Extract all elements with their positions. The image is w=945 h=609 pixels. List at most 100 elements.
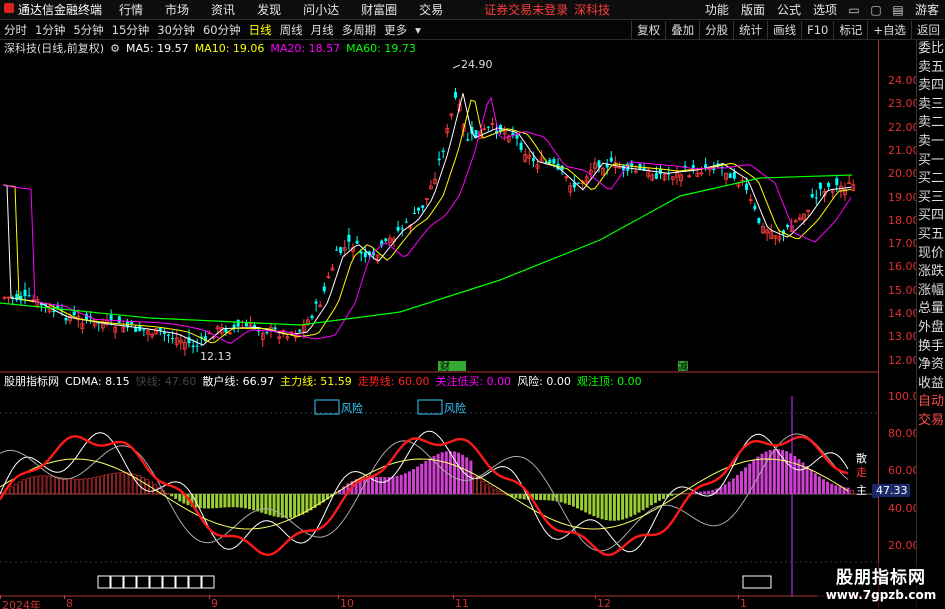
candle-body [454, 92, 457, 98]
buy-signal-box [149, 575, 163, 589]
period-30min[interactable]: 30分钟 [153, 22, 199, 38]
histogram-bar [38, 475, 43, 495]
menu-item-discover[interactable]: 发现 [246, 1, 292, 18]
help-icon[interactable]: ▤ [887, 3, 909, 17]
guest-label[interactable]: 游客 [909, 1, 945, 18]
candle-body [712, 168, 716, 171]
menu-item-options[interactable]: 选项 [807, 1, 843, 18]
histogram-bar [793, 455, 797, 494]
menu-item-wealth[interactable]: 财富圈 [350, 1, 408, 18]
mark-button[interactable]: 标记 [833, 21, 867, 39]
histogram-bar [120, 472, 125, 495]
menu-item-news[interactable]: 资讯 [200, 1, 246, 18]
histogram-bar [63, 477, 67, 495]
histogram-bar [9, 486, 14, 495]
histogram-bar [407, 471, 411, 494]
side-panel-item[interactable]: 委比 [917, 40, 945, 59]
histogram-bar [723, 484, 727, 494]
side-panel-item[interactable]: 总量 [917, 300, 945, 319]
histogram-bar [563, 494, 567, 504]
period-60min[interactable]: 60分钟 [199, 22, 245, 38]
histogram-bar [641, 494, 645, 511]
side-panel-item[interactable]: 外盘 [917, 319, 945, 338]
restore-icon[interactable]: ▢ [865, 3, 887, 17]
menu-item-market[interactable]: 市场 [154, 1, 200, 18]
candle-body [23, 289, 27, 297]
period-5min[interactable]: 5分钟 [69, 22, 107, 38]
back-button[interactable]: 返回 [911, 21, 945, 39]
histogram-bar [440, 452, 444, 494]
add-watchlist-button[interactable]: +自选 [867, 21, 911, 39]
menu-item-function[interactable]: 功能 [699, 1, 735, 18]
menu-item-layout[interactable]: 版面 [735, 1, 771, 18]
overlay-button[interactable]: 叠加 [665, 21, 699, 39]
side-panel-item[interactable]: 卖四 [917, 77, 945, 96]
period-monthly[interactable]: 月线 [307, 22, 338, 38]
period-more[interactable]: 更多 [380, 22, 411, 38]
stats-button[interactable]: 统计 [733, 21, 767, 39]
ma20-line [2, 96, 852, 344]
side-panel-item[interactable]: 买五 [917, 226, 945, 245]
side-panel-item[interactable]: 买二 [917, 170, 945, 189]
side-panel-item[interactable]: 卖五 [917, 59, 945, 78]
side-panel-item[interactable]: 净资 [917, 356, 945, 375]
candle-body [577, 182, 580, 184]
side-panel-item[interactable]: 买四 [917, 207, 945, 226]
side-panel-item[interactable]: 交易 [917, 412, 945, 431]
candle-body [265, 331, 269, 334]
ma10-label: MA10: 19.06 [194, 41, 265, 55]
kline-chart[interactable]: 24.90 12.13 财 减 风险 风险散走主 [0, 55, 878, 609]
side-panel-item[interactable]: 卖二 [917, 114, 945, 133]
period-1min[interactable]: 1分钟 [31, 22, 69, 38]
menu-item-quotes[interactable]: 行情 [108, 1, 154, 18]
login-warning[interactable]: 证券交易未登录 [484, 1, 568, 18]
histogram-bar [707, 490, 711, 494]
split-button[interactable]: 分股 [699, 21, 733, 39]
histogram-bar [375, 476, 379, 494]
ma20-label: MA20: 18.57 [270, 41, 341, 55]
period-15min[interactable]: 15分钟 [108, 22, 154, 38]
candle-body [515, 135, 519, 139]
menu-item-formula[interactable]: 公式 [771, 1, 807, 18]
menu-item-ask[interactable]: 问小达 [292, 1, 350, 18]
indicator-tick-label: 20.00 [888, 538, 920, 552]
exit-line [0, 435, 849, 557]
side-panel-item[interactable]: 现价 [917, 245, 945, 264]
side-panel-item[interactable]: 涨跌 [917, 263, 945, 282]
period-weekly[interactable]: 周线 [276, 22, 307, 38]
candle-body [396, 227, 400, 231]
histogram-bar [272, 494, 276, 517]
f10-button[interactable]: F10 [801, 21, 833, 39]
side-panel-item[interactable]: 收益 [917, 375, 945, 394]
period-multi[interactable]: 多周期 [338, 22, 381, 38]
side-panel-item[interactable]: 涨幅 [917, 282, 945, 301]
candle-body [142, 329, 146, 331]
date-tick-label: 12 [597, 597, 611, 609]
histogram-bar [116, 472, 121, 495]
histogram-bar [165, 493, 170, 495]
settings-icon[interactable]: ⚙ [110, 42, 120, 55]
histogram-bar [22, 479, 26, 495]
period-daily[interactable]: 日线 [245, 22, 276, 38]
histogram-bar [276, 494, 280, 518]
chevron-down-icon[interactable]: ▾ [411, 23, 425, 37]
side-panel-item[interactable]: 买三 [917, 189, 945, 208]
quote-side-panel: 委比 卖五 卖四 卖三 卖二 卖一 买一 买二 买三 买四 买五 现价 涨跌 涨幅 总量 外盘 换手 净资 收益 自动… [916, 40, 945, 609]
side-panel-item[interactable]: 买一 [917, 152, 945, 171]
side-panel-item[interactable]: 自动 [917, 393, 945, 412]
side-panel-item[interactable]: 卖一 [917, 133, 945, 152]
draw-button[interactable]: 画线 [767, 21, 801, 39]
risk-box [417, 399, 443, 415]
side-panel-item[interactable]: 换手 [917, 338, 945, 357]
side-panel-item[interactable]: 卖三 [917, 96, 945, 115]
menu-item-trade[interactable]: 交易 [408, 1, 454, 18]
histogram-bar [539, 494, 543, 500]
histogram-bar [826, 481, 830, 494]
histogram-bar [608, 494, 612, 521]
minimize-icon[interactable]: ▭ [843, 3, 865, 17]
date-axis: 2024年 8 9 10 11 12 1 [0, 595, 878, 609]
price-tick-label: 18.00 [888, 213, 920, 227]
period-timeshare[interactable]: 分时 [0, 22, 31, 38]
indicator-tick-label: 80.00 [888, 427, 920, 441]
restore-rights-button[interactable]: 复权 [631, 21, 665, 39]
